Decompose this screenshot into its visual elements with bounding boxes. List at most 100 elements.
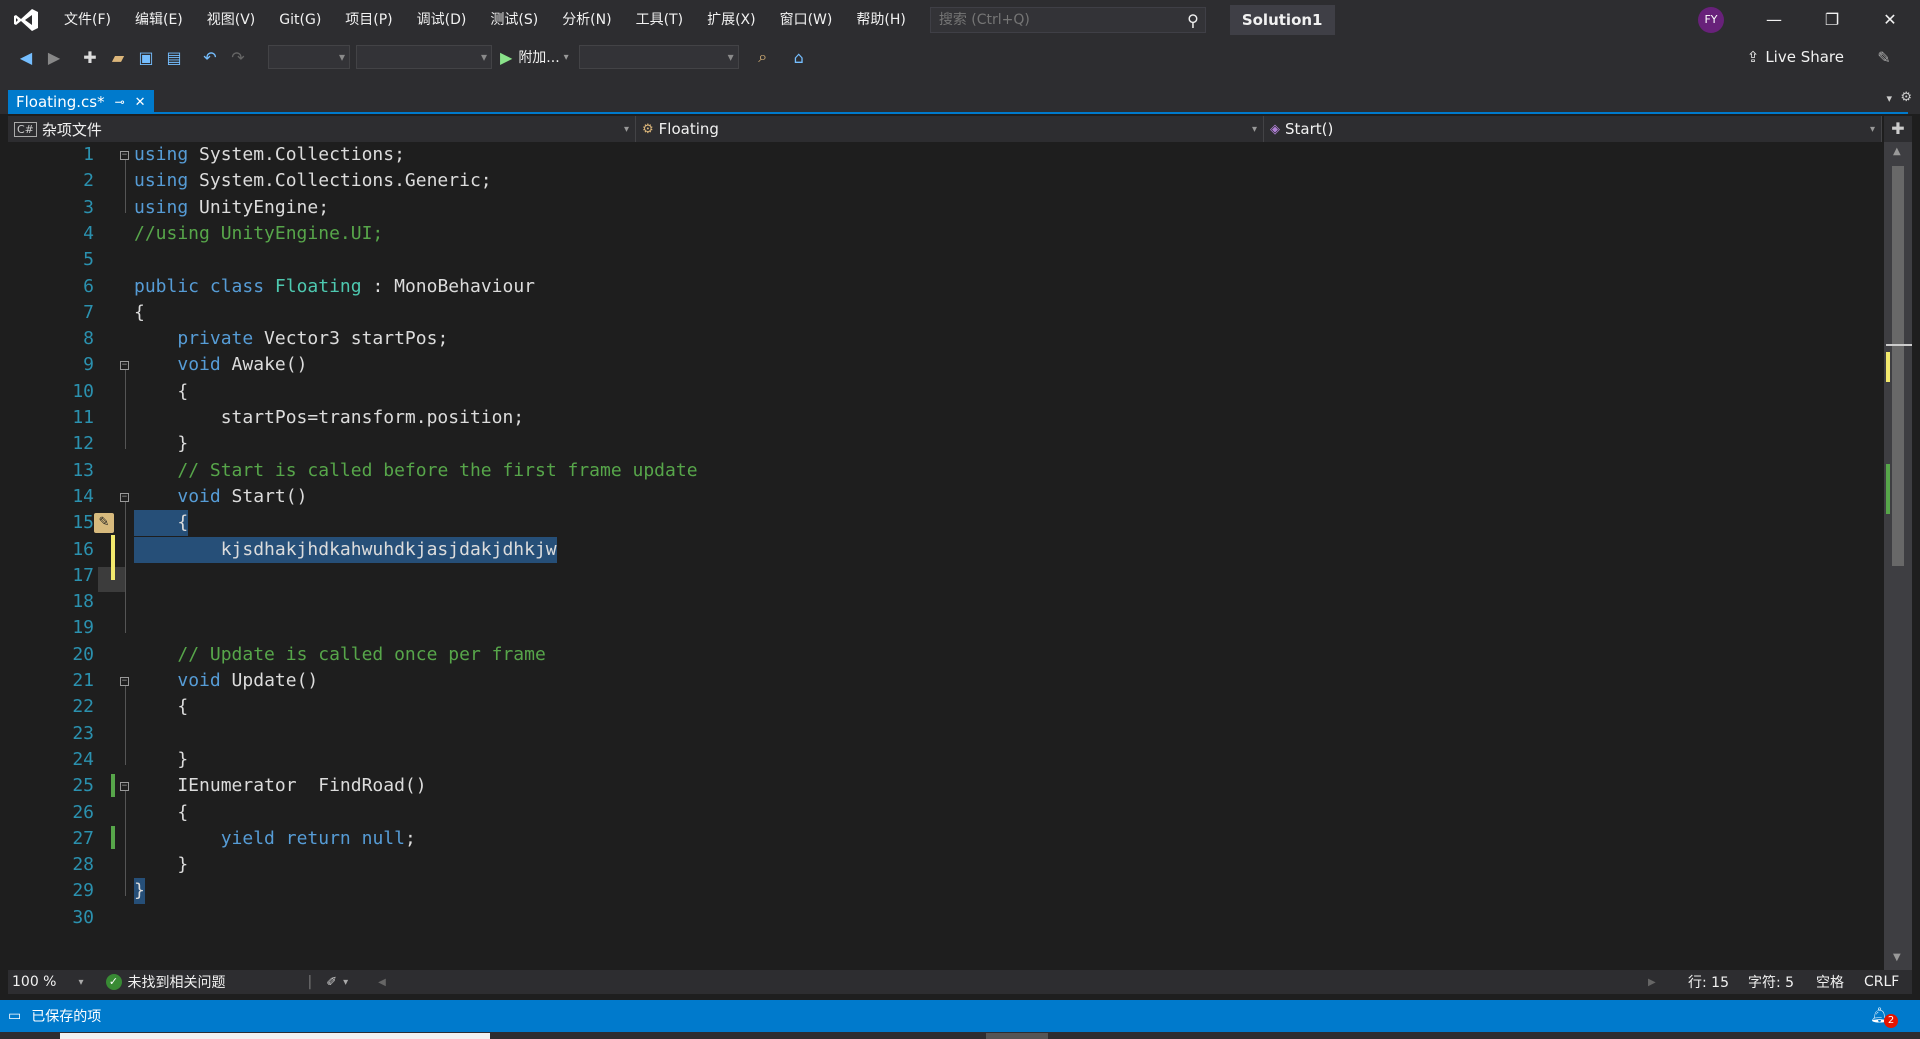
feedback-icon[interactable]: ✎ bbox=[1872, 45, 1896, 69]
scrollbar-thumb[interactable] bbox=[1892, 166, 1904, 566]
visual-studio-logo-icon[interactable] bbox=[0, 0, 52, 40]
minimize-icon[interactable]: — bbox=[1746, 0, 1802, 40]
menu-item[interactable]: 编辑(E) bbox=[123, 0, 195, 40]
menu-item[interactable]: 工具(T) bbox=[624, 0, 695, 40]
indent-mode[interactable]: 空格 bbox=[1816, 972, 1844, 992]
start-debug-icon[interactable]: ▶ bbox=[500, 48, 512, 67]
search-box[interactable]: ⚲ bbox=[929, 7, 1206, 33]
navigate-forward-icon[interactable]: ▶ bbox=[42, 45, 66, 69]
save-all-icon[interactable]: ▤ bbox=[162, 45, 186, 69]
code-line[interactable]: 30 bbox=[8, 905, 1882, 931]
close-icon[interactable]: ✕ bbox=[135, 95, 146, 110]
code-line[interactable]: 12 } bbox=[8, 431, 1882, 457]
code-line[interactable]: 8 private Vector3 startPos; bbox=[8, 326, 1882, 352]
code-line[interactable]: 18 bbox=[8, 589, 1882, 615]
code-line[interactable]: 7{ bbox=[8, 300, 1882, 326]
startup-item-dropdown[interactable]: ▾ bbox=[578, 45, 739, 69]
code-line[interactable]: 17 bbox=[8, 563, 1882, 589]
code-line[interactable]: 13 // Start is called before the first f… bbox=[8, 458, 1882, 484]
code-line[interactable]: 20 // Update is called once per frame bbox=[8, 642, 1882, 668]
code-line[interactable]: 10 { bbox=[8, 379, 1882, 405]
code-line[interactable]: 27 yield return null; bbox=[8, 826, 1882, 852]
code-line[interactable]: 14 − void Start() bbox=[8, 484, 1882, 510]
redo-icon[interactable]: ↷ bbox=[226, 45, 250, 69]
code-line[interactable]: 16 kjsdhakjhdkahwuhdkjasjdakjdhkjw bbox=[8, 536, 1882, 563]
code-line[interactable]: 11 startPos=transform.position; bbox=[8, 405, 1882, 431]
restore-icon[interactable]: ❐ bbox=[1804, 0, 1860, 40]
code-line[interactable]: 26 { bbox=[8, 800, 1882, 826]
code-line[interactable]: 4 //using UnityEngine.UI; bbox=[8, 221, 1882, 247]
code-line[interactable]: 24 } bbox=[8, 747, 1882, 773]
code-editor[interactable]: ✎ 1− using System.Collections; 2 using Syst… bbox=[8, 142, 1882, 970]
class-dropdown[interactable]: ⚙ Floating ▾ bbox=[636, 116, 1264, 142]
menu-item[interactable]: 项目(P) bbox=[333, 0, 404, 40]
cleanup-dropdown-icon[interactable]: ▾ bbox=[343, 977, 348, 988]
code-text: using UnityEngine; bbox=[134, 195, 329, 221]
line-ending[interactable]: CRLF bbox=[1864, 974, 1899, 990]
project-dropdown[interactable]: C# 杂项文件 ▾ bbox=[8, 116, 636, 142]
code-line[interactable]: 15 { bbox=[8, 510, 1882, 537]
menu-item[interactable]: 扩展(X) bbox=[695, 0, 768, 40]
attach-dropdown-icon[interactable]: ▾ bbox=[564, 52, 569, 63]
split-window-icon[interactable]: ✚ bbox=[1884, 116, 1912, 142]
scroll-up-icon[interactable]: ▲ bbox=[1893, 146, 1901, 157]
scroll-left-icon[interactable]: ◀ bbox=[378, 977, 386, 988]
search-icon[interactable]: ⚲ bbox=[1187, 11, 1199, 30]
issues-label[interactable]: 未找到相关问题 bbox=[128, 972, 226, 992]
avatar[interactable]: FY bbox=[1698, 7, 1724, 33]
code-line[interactable]: 1 − using System.Collections; bbox=[8, 142, 1882, 168]
menu-item[interactable]: 文件(F) bbox=[52, 0, 123, 40]
scroll-right-icon[interactable]: ▶ bbox=[1648, 977, 1656, 988]
find-in-files-icon[interactable]: ⌕ bbox=[751, 45, 775, 69]
column-indicator[interactable]: 字符: 5 bbox=[1748, 972, 1794, 992]
zoom-dropdown-icon[interactable]: ▾ bbox=[78, 977, 83, 988]
pin-icon[interactable]: ⊸ bbox=[115, 95, 125, 109]
member-dropdown[interactable]: ◈ Start() ▾ bbox=[1264, 116, 1882, 142]
menu-item[interactable]: 分析(N) bbox=[550, 0, 623, 40]
open-file-icon[interactable]: ▰ bbox=[106, 45, 130, 69]
menu-item[interactable]: 帮助(H) bbox=[844, 0, 917, 40]
code-line[interactable]: 19 bbox=[8, 615, 1882, 641]
tab-floating-cs[interactable]: Floating.cs* ⊸ ✕ bbox=[8, 90, 154, 114]
code-line[interactable]: 29} bbox=[8, 878, 1882, 905]
navigate-back-icon[interactable]: ◀ bbox=[14, 45, 38, 69]
code-line[interactable]: 25 − IEnumerator FindRoad() bbox=[8, 773, 1882, 799]
menu-item[interactable]: 窗口(W) bbox=[768, 0, 845, 40]
collapse-region-icon[interactable]: − bbox=[120, 151, 129, 160]
undo-icon[interactable]: ↶ bbox=[198, 45, 222, 69]
solution-config-dropdown[interactable]: ▾ bbox=[268, 45, 350, 69]
live-share-button[interactable]: ⇪ Live Share bbox=[1747, 40, 1844, 74]
line-indicator[interactable]: 行: 15 bbox=[1688, 972, 1729, 992]
solution-platform-dropdown[interactable]: ▾ bbox=[356, 45, 492, 69]
collapse-region-icon[interactable]: − bbox=[120, 677, 129, 686]
zoom-level[interactable]: 100 % bbox=[12, 974, 56, 990]
code-line[interactable]: 28 } bbox=[8, 852, 1882, 878]
code-line[interactable]: 5 bbox=[8, 247, 1882, 273]
code-cleanup-icon[interactable]: ✐ bbox=[326, 975, 337, 990]
code-line[interactable]: 23 bbox=[8, 721, 1882, 747]
close-window-icon[interactable]: ✕ bbox=[1862, 0, 1918, 40]
vertical-scrollbar[interactable]: ▲ ▼ bbox=[1884, 142, 1912, 970]
settings-gear-icon[interactable]: ⚙ bbox=[1900, 90, 1912, 105]
collapse-region-icon[interactable]: − bbox=[120, 782, 129, 792]
tab-list-dropdown-icon[interactable]: ▾ bbox=[1886, 92, 1892, 105]
menu-item[interactable]: Git(G) bbox=[267, 0, 333, 40]
code-line[interactable]: 21 − void Update() bbox=[8, 668, 1882, 694]
code-line[interactable]: 6 public class Floating : MonoBehaviour bbox=[8, 274, 1882, 300]
collapse-region-icon[interactable]: − bbox=[120, 361, 129, 371]
scroll-down-icon[interactable]: ▼ bbox=[1893, 952, 1901, 963]
collapse-region-icon[interactable]: − bbox=[120, 492, 129, 502]
new-project-icon[interactable]: ✚ bbox=[78, 45, 102, 69]
browser-link-icon[interactable]: ⌂ bbox=[787, 45, 811, 69]
code-line[interactable]: 9 − void Awake() bbox=[8, 352, 1882, 378]
attach-button[interactable]: 附加... bbox=[518, 47, 559, 67]
code-line[interactable]: 3 using UnityEngine; bbox=[8, 195, 1882, 221]
search-input[interactable] bbox=[936, 11, 1173, 29]
menu-item[interactable]: 调试(D) bbox=[405, 0, 479, 40]
menu-item[interactable]: 视图(V) bbox=[195, 0, 268, 40]
menu-item[interactable]: 测试(S) bbox=[478, 0, 550, 40]
code-text: IEnumerator FindRoad() bbox=[134, 773, 426, 799]
save-icon[interactable]: ▣ bbox=[134, 45, 158, 69]
code-line[interactable]: 22 { bbox=[8, 694, 1882, 720]
code-line[interactable]: 2 using System.Collections.Generic; bbox=[8, 168, 1882, 194]
